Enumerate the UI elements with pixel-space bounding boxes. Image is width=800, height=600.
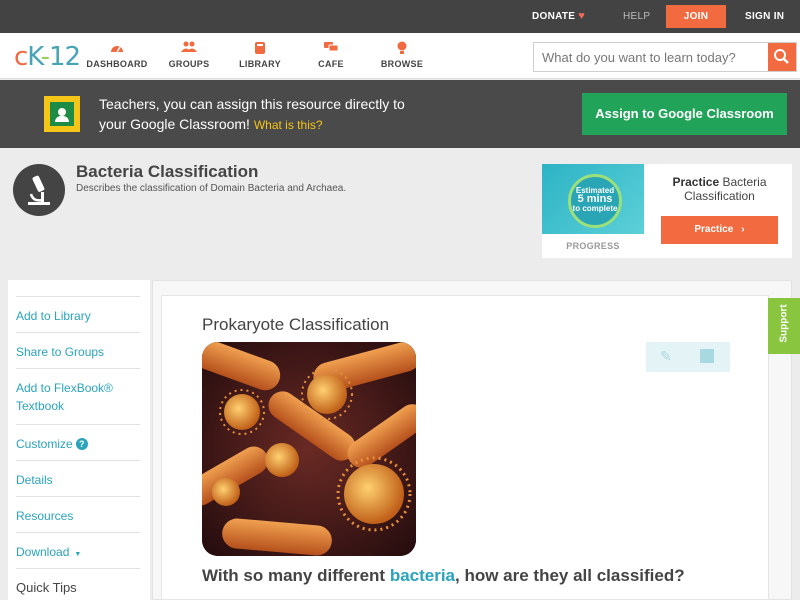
page-subtitle: Describes the classification of Domain B… (76, 183, 347, 194)
sidebar-add-to-flexbook[interactable]: Add to FlexBook® Textbook (16, 368, 140, 424)
groups-icon (154, 41, 224, 57)
banner-text: Teachers, you can assign this resource d… (99, 96, 405, 132)
google-classroom-icon (44, 96, 80, 132)
support-tab[interactable]: Support (768, 298, 800, 354)
main-nav: cK-12 DASHBOARD GROUPS LIBRARY CAFE BROW… (0, 33, 800, 79)
annotation-tools: ✎ (646, 342, 730, 372)
page-title: Bacteria Classification (76, 162, 259, 181)
top-utility-bar: DONATE ♥ HELP JOIN SIGN IN (0, 0, 800, 33)
sidebar-share-to-groups[interactable]: Share to Groups (16, 332, 140, 368)
nav-browse[interactable]: BROWSE (367, 41, 437, 69)
search-button[interactable] (768, 43, 796, 71)
sidebar-details[interactable]: Details (16, 460, 140, 496)
sidebar-quick-tips[interactable]: Quick Tips (16, 568, 140, 600)
microscope-icon (13, 164, 65, 216)
dashboard-icon (82, 41, 152, 57)
donate-link[interactable]: DONATE ♥ (532, 0, 585, 33)
sidebar-add-to-library[interactable]: Add to Library (16, 296, 140, 332)
help-icon[interactable]: ? (75, 438, 88, 450)
search-box (533, 42, 797, 72)
sidebar-download[interactable]: Download ▼ (16, 532, 140, 568)
ck12-logo[interactable]: cK-12 (14, 42, 81, 72)
section-title: Prokaryote Classification (202, 315, 390, 334)
nav-groups[interactable]: GROUPS (154, 41, 224, 69)
sign-in-link[interactable]: SIGN IN (745, 0, 784, 33)
sidebar-resources[interactable]: Resources (16, 496, 140, 532)
heart-icon: ♥ (578, 10, 586, 22)
help-link[interactable]: HELP (623, 0, 650, 33)
cafe-icon (296, 41, 366, 57)
lesson-question: With so many different bacteria, how are… (202, 566, 685, 585)
practice-card: Estimated 5 mins to complete PROGRESS Pr… (542, 164, 792, 258)
caret-down-icon: ▼ (74, 551, 82, 558)
nav-library[interactable]: LIBRARY (225, 41, 295, 69)
practice-title: Practice Bacteria Classification (672, 175, 767, 203)
nav-cafe[interactable]: CAFE (296, 41, 366, 69)
nav-dashboard[interactable]: DASHBOARD (82, 41, 152, 69)
browse-icon (367, 41, 437, 57)
search-icon (774, 49, 789, 64)
chevron-right-icon: › (741, 224, 745, 235)
notes-icon[interactable] (700, 349, 714, 363)
assign-google-classroom-button[interactable]: Assign to Google Classroom (582, 93, 787, 135)
sidebar-customize[interactable]: Customize? (16, 424, 140, 460)
bacteria-link[interactable]: bacteria (390, 566, 455, 585)
bacteria-image (202, 342, 416, 556)
library-icon (225, 41, 295, 57)
estimate-badge: Estimated 5 mins to complete (568, 174, 622, 228)
what-is-this-link[interactable]: What is this? (254, 118, 323, 132)
progress-label: PROGRESS (566, 241, 620, 251)
search-input[interactable] (534, 43, 770, 71)
sidebar: Add to Library Share to Groups Add to Fl… (8, 280, 150, 600)
practice-button[interactable]: Practice › (661, 216, 778, 244)
join-button[interactable]: JOIN (666, 5, 726, 28)
pencil-icon[interactable]: ✎ (660, 348, 672, 365)
practice-thumbnail: Estimated 5 mins to complete (542, 164, 644, 234)
